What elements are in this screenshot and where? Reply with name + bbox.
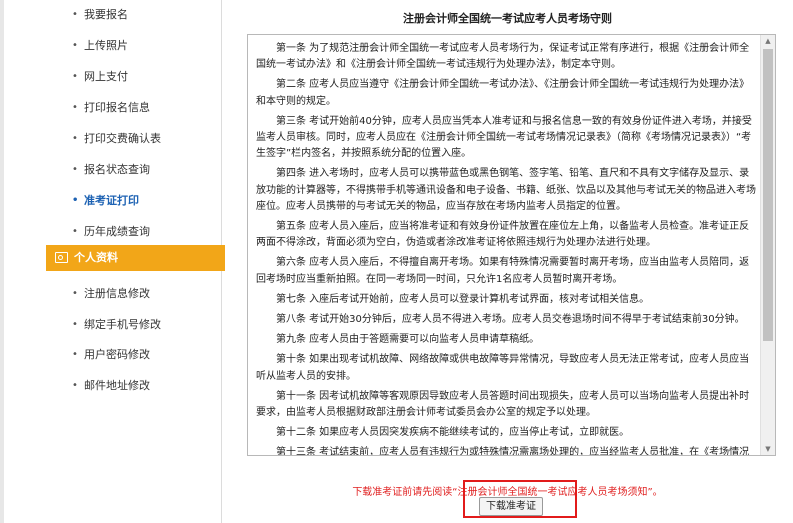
sidebar-item-bottom-3[interactable]: • 邮件地址修改: [4, 371, 221, 401]
sidebar-item-top-0[interactable]: • 我要报名: [4, 0, 221, 30]
rule-paragraph: 第八条 考试开始30分钟后，应考人员不得进入考场。应考人员交卷退场时间不得早于考…: [276, 314, 745, 326]
sidebar-item-label: 打印交费确认表: [84, 132, 161, 145]
bullet-icon: •: [72, 288, 78, 299]
bullet-icon: •: [72, 195, 79, 206]
sidebar-item-bottom-2[interactable]: • 用户密码修改: [4, 340, 221, 370]
sidebar-item-top-6[interactable]: • 准考证打印: [4, 186, 221, 216]
bullet-icon: •: [72, 318, 78, 330]
sidebar-item-label: 打印报名信息: [84, 101, 150, 114]
rule-paragraph: 第三条 考试开始前40分钟，应考人员应当凭本人准考证和与报名信息一致的有效身份证…: [256, 115, 752, 160]
scroll-down-arrow-icon[interactable]: ▼: [761, 443, 775, 455]
bullet-icon: •: [72, 380, 78, 392]
sidebar: • 我要报名 • 上传照片 • 网上支付 • 打印报名信息 • 打印交费确认表 • 报名状态查询 • 准考…: [4, 0, 225, 523]
rule-paragraph: 第十一条 因考试机故障等客观原因导致应考人员答题时间出现损失，应考人员可以当场向…: [256, 390, 750, 419]
sidebar-item-label: 我要报名: [84, 8, 128, 21]
sidebar-item-top-1[interactable]: • 上传照片: [4, 31, 221, 61]
sidebar-item-bottom-0[interactable]: • 注册信息修改: [4, 279, 221, 309]
section-header-personal-info[interactable]: 个人资料: [46, 245, 225, 271]
page-title: 注册会计师全国统一考试应考人员考场守则: [403, 12, 612, 25]
scrollbar[interactable]: ▲ ▼: [760, 35, 775, 455]
download-notice: 下载准考证前请先阅读“注册会计师全国统一考试应考人员考场须知”。: [352, 487, 663, 498]
rule-paragraph: 第十条 如果出现考试机故障、网络故障或供电故障等异常情况，导致应考人员无法正常考…: [256, 354, 750, 382]
rule-paragraph: 第二条 应考人员应当遵守《注册会计师全国统一考试办法》、《注册会计师全国统一考试…: [256, 79, 750, 107]
rule-paragraph: 第十三条 考试结束前，应考人员有违规行为或特殊情况需离场处理的，应当经监考人员批…: [276, 447, 750, 456]
rule-paragraph: 第五条 应考人员入座后，应当将准考证和有效身份证件放置在座位左上角，以备监考人员…: [256, 221, 750, 249]
sidebar-item-label: 准考证打印: [84, 194, 139, 207]
sidebar-item-bottom-1[interactable]: • 绑定手机号修改: [4, 310, 221, 340]
rule-paragraph: 第九条 应考人员由于答题需要可以向监考人员申请草稿纸。: [276, 334, 540, 346]
sidebar-item-top-2[interactable]: • 网上支付: [4, 62, 221, 92]
sidebar-item-label: 历年成绩查询: [84, 225, 150, 238]
scroll-thumb[interactable]: [763, 49, 773, 341]
sidebar-item-top-4[interactable]: • 打印交费确认表: [4, 124, 221, 154]
sidebar-item-label: 注册信息修改: [84, 287, 150, 300]
id-card-icon: [55, 252, 68, 263]
section-header-label: 个人资料: [74, 251, 118, 264]
bullet-icon: •: [72, 226, 78, 237]
bullet-icon: •: [72, 40, 78, 51]
sidebar-item-label: 绑定手机号修改: [84, 317, 161, 331]
rule-paragraph: 第十二条 如果应考人员因突发疾病不能继续考试的，应当停止考试，立即就医。: [276, 427, 630, 439]
sidebar-item-label: 用户密码修改: [84, 348, 150, 362]
rules-text-box[interactable]: 第一条 为了规范注册会计师全国统一考试应考人员考场行为，保证考试正常有序进行，根…: [247, 34, 776, 456]
rule-paragraph: 第六条 应考人员入座后，不得擅自离开考场。如果有特殊情况需要暂时离开考场，应当由…: [256, 257, 750, 285]
sidebar-item-top-3[interactable]: • 打印报名信息: [4, 93, 221, 123]
bullet-icon: •: [72, 164, 78, 175]
sidebar-item-label: 报名状态查询: [84, 163, 150, 176]
scroll-up-arrow-icon[interactable]: ▲: [761, 35, 775, 47]
sidebar-item-label: 上传照片: [84, 39, 128, 52]
bullet-icon: •: [72, 9, 78, 20]
rule-paragraph: 第一条 为了规范注册会计师全国统一考试应考人员考场行为，保证考试正常有序进行，根…: [256, 43, 750, 71]
main-content: 注册会计师全国统一考试应考人员考场守则 第一条 为了规范注册会计师全国统一考试应…: [222, 0, 793, 523]
sidebar-item-top-7[interactable]: • 历年成绩查询: [4, 217, 221, 247]
rules-text: 第一条 为了规范注册会计师全国统一考试应考人员考场行为，保证考试正常有序进行，根…: [256, 41, 756, 456]
bullet-icon: •: [72, 133, 78, 144]
rule-paragraph: 第七条 入座后考试开始前，应考人员可以登录计算机考试界面，核对考试相关信息。: [276, 293, 650, 305]
sidebar-item-label: 网上支付: [84, 70, 128, 83]
rule-paragraph: 第四条 进入考场时，应考人员可以携带蓝色或黑色钢笔、签字笔、铅笔、直尺和不具有文…: [256, 168, 756, 212]
bullet-icon: •: [72, 102, 78, 113]
download-admission-ticket-button[interactable]: 下载准考证: [479, 497, 543, 516]
bullet-icon: •: [72, 349, 78, 361]
sidebar-item-label: 邮件地址修改: [84, 379, 150, 393]
sidebar-item-top-5[interactable]: • 报名状态查询: [4, 155, 221, 185]
bullet-icon: •: [72, 71, 78, 82]
